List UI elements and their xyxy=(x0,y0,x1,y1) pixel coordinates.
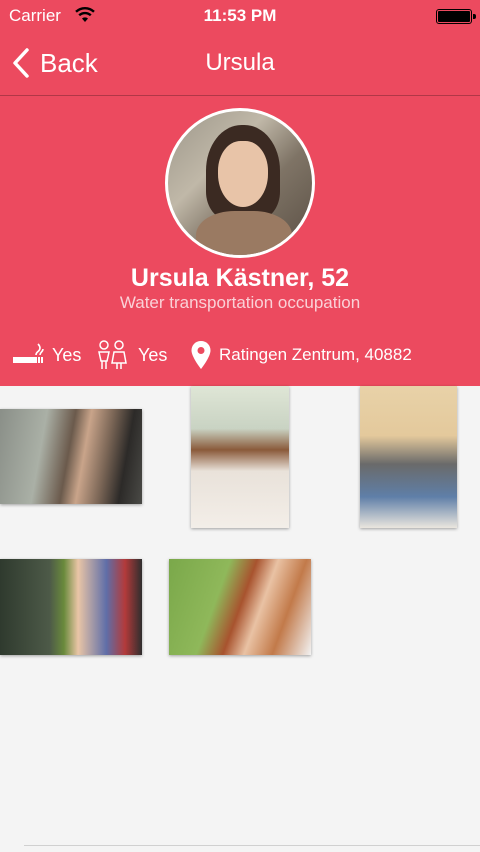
profile-name: Ursula Kästner, 52 xyxy=(130,264,350,292)
smoking-attribute: Yes xyxy=(12,338,81,372)
profile-attributes: Yes Yes Ratingen Zentrum, 40882 xyxy=(0,338,480,372)
profile-header: Carrier 11:53 PM Back Ursula Ursula Käst… xyxy=(0,0,480,386)
profile-occupation: Water transportation occupation xyxy=(119,293,361,312)
nav-title: Ursula xyxy=(205,49,275,76)
children-icon xyxy=(98,340,127,369)
status-bar: Carrier 11:53 PM xyxy=(0,0,480,32)
battery-icon xyxy=(436,9,476,24)
profile-avatar[interactable] xyxy=(165,108,315,258)
photo-thumbnail[interactable] xyxy=(169,559,311,655)
smoking-value: Yes xyxy=(52,344,82,365)
photo-thumbnail[interactable] xyxy=(360,386,457,528)
photo-thumbnail[interactable] xyxy=(191,386,289,528)
location-pin-icon xyxy=(191,341,211,369)
children-attribute: Yes xyxy=(96,338,167,372)
location-value: Ratingen Zentrum, 40882 xyxy=(219,345,412,364)
photo-thumbnail[interactable] xyxy=(0,559,142,655)
status-time: 11:53 PM xyxy=(203,6,277,25)
photo-thumbnail[interactable] xyxy=(0,409,142,504)
bottom-divider xyxy=(24,845,480,846)
location-attribute: Ratingen Zentrum, 40882 xyxy=(190,338,412,372)
navigation-bar: Back Ursula xyxy=(0,32,480,96)
cigarette-icon xyxy=(13,343,44,363)
children-value: Yes xyxy=(138,344,168,365)
